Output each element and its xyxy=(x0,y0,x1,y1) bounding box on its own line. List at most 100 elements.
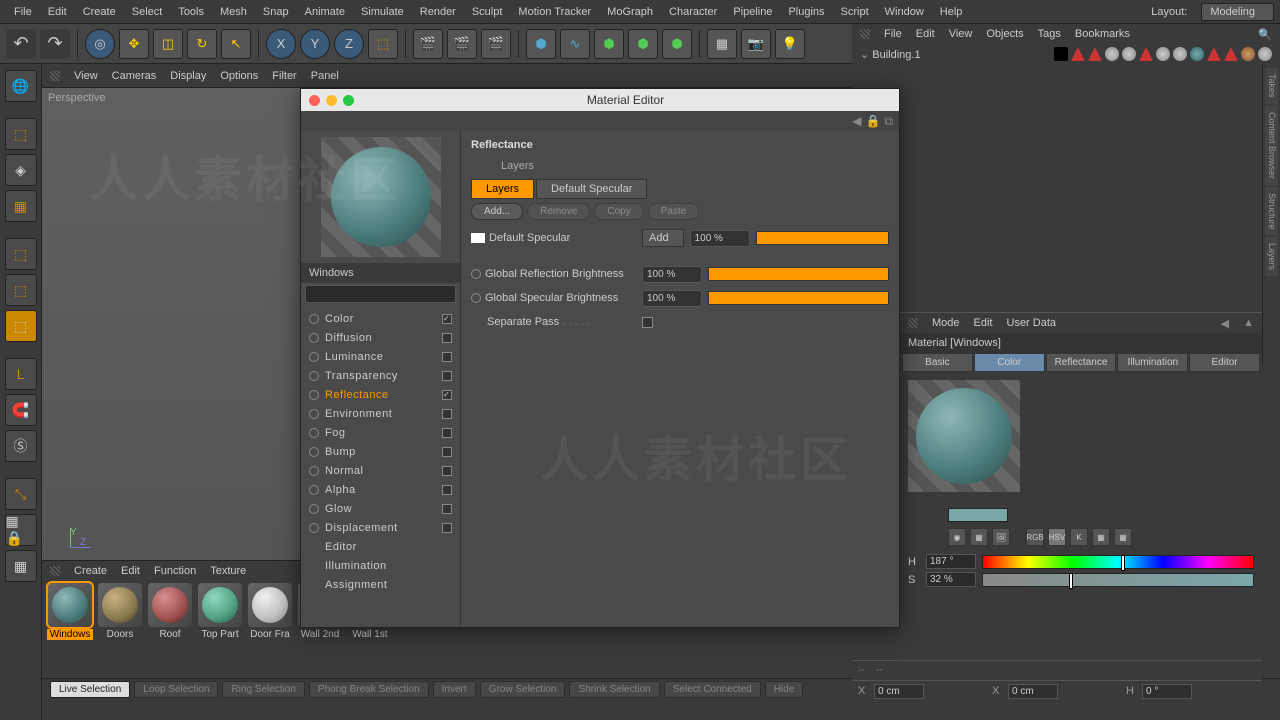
k-button[interactable]: K xyxy=(1070,528,1088,546)
tag-tri-icon[interactable] xyxy=(1088,47,1102,61)
minimize-icon[interactable] xyxy=(326,95,337,106)
menu-animate[interactable]: Animate xyxy=(297,6,353,18)
nav-back-icon[interactable]: ◀ xyxy=(852,114,861,128)
window-titlebar[interactable]: Material Editor xyxy=(301,89,899,111)
layout-selector[interactable]: Modeling xyxy=(1201,3,1274,21)
global-spec-input[interactable]: 100 % xyxy=(642,290,702,307)
grip-icon[interactable] xyxy=(50,71,60,81)
tag-tri-icon[interactable] xyxy=(1139,47,1153,61)
tab-default-specular[interactable]: Default Specular xyxy=(536,179,647,199)
tag-sphere-icon[interactable] xyxy=(1258,47,1272,61)
matmenu-create[interactable]: Create xyxy=(74,565,107,577)
objmenu-bookmarks[interactable]: Bookmarks xyxy=(1075,28,1130,40)
menu-simulate[interactable]: Simulate xyxy=(353,6,412,18)
sel-grow[interactable]: Grow Selection xyxy=(480,681,566,698)
nav-back-icon[interactable]: ◀ xyxy=(1221,317,1229,330)
menu-window[interactable]: Window xyxy=(877,6,932,18)
vpmenu-cameras[interactable]: Cameras xyxy=(112,70,157,82)
spline-button[interactable]: ∿ xyxy=(560,29,590,59)
tag-tri-icon[interactable] xyxy=(1224,47,1238,61)
sel-live[interactable]: Live Selection xyxy=(50,681,130,698)
attrmenu-edit[interactable]: Edit xyxy=(974,317,993,329)
vpmenu-panel[interactable]: Panel xyxy=(311,70,339,82)
menu-select[interactable]: Select xyxy=(124,6,171,18)
menu-create[interactable]: Create xyxy=(75,6,124,18)
matmenu-texture[interactable]: Texture xyxy=(210,565,246,577)
select-tool[interactable]: ◎ xyxy=(85,29,115,59)
sel-ring[interactable]: Ring Selection xyxy=(222,681,304,698)
grid-lock-button[interactable]: ▦🔒 xyxy=(5,514,37,546)
vpmenu-view[interactable]: View xyxy=(74,70,98,82)
camera-button[interactable]: ▦ xyxy=(707,29,737,59)
hue-slider[interactable] xyxy=(982,555,1254,569)
matmenu-function[interactable]: Function xyxy=(154,565,196,577)
colormode-icon[interactable]: ▦ xyxy=(1114,528,1132,546)
atab-basic[interactable]: Basic xyxy=(902,353,973,372)
add-button[interactable]: Add... xyxy=(471,203,523,220)
copy-button[interactable]: Copy xyxy=(594,203,643,220)
objmenu-file[interactable]: File xyxy=(884,28,902,40)
sel-connected[interactable]: Select Connected xyxy=(664,681,761,698)
tag-tri-icon[interactable] xyxy=(1071,47,1085,61)
menu-sculpt[interactable]: Sculpt xyxy=(464,6,511,18)
menu-snap[interactable]: Snap xyxy=(255,6,297,18)
material-thumb[interactable] xyxy=(248,583,292,627)
global-refl-slider[interactable] xyxy=(708,267,889,281)
material-preview[interactable] xyxy=(321,137,441,257)
vpmenu-filter[interactable]: Filter xyxy=(272,70,296,82)
separate-pass-checkbox[interactable] xyxy=(642,317,653,328)
tag-sphere-icon[interactable] xyxy=(1241,47,1255,61)
tag-tri-icon[interactable] xyxy=(1207,47,1221,61)
menu-tools[interactable]: Tools xyxy=(170,6,212,18)
material-thumb[interactable] xyxy=(98,583,142,627)
workplane-button[interactable]: ▦ xyxy=(5,190,37,222)
material-thumb[interactable] xyxy=(198,583,242,627)
grip-icon[interactable] xyxy=(860,29,870,39)
grip-icon[interactable] xyxy=(50,566,60,576)
axis-x-button[interactable]: X xyxy=(266,29,296,59)
model-mode-button[interactable]: ⬚ xyxy=(5,118,37,150)
tag-sphere-icon[interactable] xyxy=(1156,47,1170,61)
vpmenu-options[interactable]: Options xyxy=(220,70,258,82)
menu-edit[interactable]: Edit xyxy=(40,6,75,18)
axis-y-button[interactable]: Y xyxy=(300,29,330,59)
menu-help[interactable]: Help xyxy=(932,6,971,18)
render-region-button[interactable]: 🎬 xyxy=(447,29,477,59)
environment-button[interactable]: ⬢ xyxy=(662,29,692,59)
vpmenu-display[interactable]: Display xyxy=(170,70,206,82)
menu-file[interactable]: File xyxy=(6,6,40,18)
tag-sphere-icon[interactable] xyxy=(1173,47,1187,61)
objmenu-tags[interactable]: Tags xyxy=(1038,28,1061,40)
tag-sphere-icon[interactable] xyxy=(1122,47,1136,61)
channel-search[interactable] xyxy=(305,285,456,303)
layer-name[interactable]: Default Specular xyxy=(489,232,570,244)
viewport[interactable]: Perspective YZ xyxy=(42,88,300,560)
menu-mograph[interactable]: MoGraph xyxy=(599,6,661,18)
channel-normal[interactable]: Normal xyxy=(301,461,460,480)
atab-illumination[interactable]: Illumination xyxy=(1117,353,1188,372)
make-editable-button[interactable]: 🌐 xyxy=(5,70,37,102)
objmenu-edit[interactable]: Edit xyxy=(916,28,935,40)
material-name-field[interactable]: Windows xyxy=(301,263,460,283)
snap-button[interactable]: 🧲 xyxy=(5,394,37,426)
channel-environment[interactable]: Environment xyxy=(301,404,460,423)
matmenu-edit[interactable]: Edit xyxy=(121,565,140,577)
colormode-icon[interactable]: ▦ xyxy=(1092,528,1110,546)
hue-input[interactable]: 187 ° xyxy=(926,554,976,569)
render-view-button[interactable]: 🎬 xyxy=(413,29,443,59)
global-spec-slider[interactable] xyxy=(708,291,889,305)
rtab-layers[interactable]: Layers xyxy=(1265,237,1278,276)
colormode-icon[interactable]: ◉ xyxy=(948,528,966,546)
menu-pipeline[interactable]: Pipeline xyxy=(725,6,780,18)
coord-system-button[interactable]: ⬚ xyxy=(368,29,398,59)
edge-mode-button[interactable]: ⬚ xyxy=(5,274,37,306)
search-icon[interactable]: 🔍 xyxy=(1258,28,1272,41)
object-manager[interactable] xyxy=(852,64,1262,312)
undo-button[interactable]: ↶ xyxy=(6,29,36,59)
rtab-content[interactable]: Content Browser xyxy=(1265,106,1278,185)
material-thumb[interactable] xyxy=(48,583,92,627)
tab-layers[interactable]: Layers xyxy=(471,179,534,199)
global-refl-input[interactable]: 100 % xyxy=(642,266,702,283)
obj-tree-item[interactable]: Building.1 xyxy=(872,49,920,61)
polygon-mode-button[interactable]: ⬚ xyxy=(5,310,37,342)
